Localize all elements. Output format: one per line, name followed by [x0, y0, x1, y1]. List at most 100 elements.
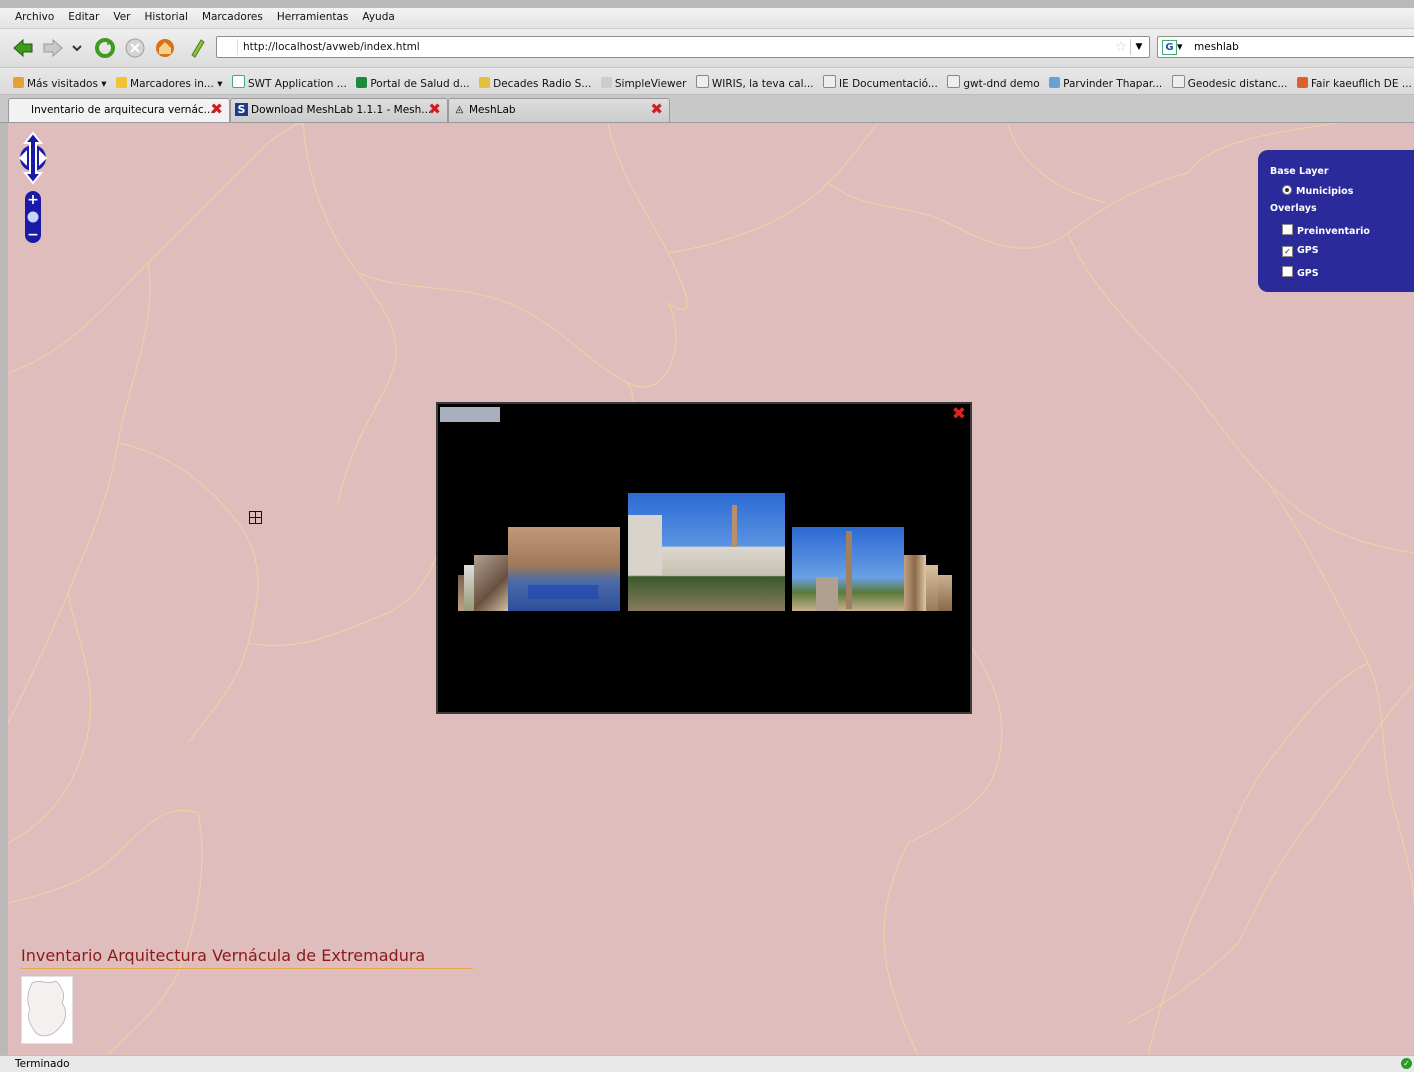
forward-button[interactable]	[42, 37, 64, 59]
close-popup-icon[interactable]: ✖	[952, 406, 966, 423]
radio-selected-icon[interactable]	[1282, 185, 1292, 195]
home-button[interactable]	[154, 37, 176, 59]
checkbox[interactable]	[1282, 266, 1293, 277]
menu-ver[interactable]: Ver	[106, 8, 137, 23]
tab-title: Download MeshLab 1.1.1 - Mesh...	[251, 104, 432, 116]
bookmark-label: Geodesic distanc...	[1187, 78, 1288, 90]
globe-icon	[695, 75, 709, 88]
map-marker-icon[interactable]	[249, 511, 262, 524]
overlay-preinventario[interactable]: Preinventario	[1282, 224, 1370, 237]
bookmark-parvinder[interactable]: Parvinder Thapar...	[1046, 77, 1165, 90]
menu-bar: Archivo Editar Ver Historial Marcadores Herra…	[0, 8, 1414, 29]
tab-title: MeshLab	[469, 104, 516, 116]
close-tab-icon[interactable]: ✖	[210, 102, 223, 117]
overview-map[interactable]	[21, 976, 73, 1044]
meshlab-icon: ◬	[455, 104, 464, 115]
bookmark-label: Portal de Salud d...	[370, 78, 470, 90]
bookmark-label: Fair kaeuflich DE ...	[1310, 78, 1412, 90]
page-favicon	[219, 39, 238, 55]
thumbnail-photo[interactable]	[792, 527, 904, 611]
pen-icon	[191, 39, 205, 58]
google-icon: G	[1162, 40, 1177, 55]
pan-zoom-control: + −	[18, 129, 50, 249]
zoom-out-icon[interactable]: −	[27, 227, 39, 243]
stop-button[interactable]	[124, 37, 146, 59]
base-layer-option[interactable]: Municipios	[1282, 185, 1353, 197]
home-icon	[156, 39, 174, 57]
navigation-toolbar: http://localhost/avweb/index.html ☆ ▼ G ▾…	[0, 29, 1414, 68]
bookmark-fair-kaeuflich[interactable]: Fair kaeuflich DE ...	[1294, 77, 1414, 90]
bookmark-star-icon[interactable]: ☆	[1114, 39, 1127, 55]
overlay-gps-2[interactable]: GPS	[1282, 266, 1319, 279]
status-text: Terminado	[15, 1058, 70, 1070]
thumbnail-photo[interactable]	[508, 527, 620, 611]
checkbox-checked[interactable]: ✓	[1282, 246, 1293, 257]
close-tab-icon[interactable]: ✖	[428, 102, 441, 117]
history-dropdown[interactable]	[70, 37, 84, 59]
google-icon	[231, 75, 245, 88]
back-button[interactable]	[12, 37, 34, 59]
overlay-gps-1[interactable]: ✓ GPS	[1282, 245, 1319, 257]
bookmark-swt[interactable]: SWT Application ...	[229, 75, 350, 90]
chevron-down-icon	[72, 45, 82, 52]
search-engine-selector[interactable]: G ▾	[1160, 39, 1190, 55]
menu-editar[interactable]: Editar	[61, 8, 106, 23]
zoom-in-icon[interactable]: +	[27, 192, 39, 208]
option-label: GPS	[1297, 268, 1319, 279]
tab-title: Inventario de arquitecura vernác...	[31, 104, 214, 116]
zoom-world-icon[interactable]	[26, 210, 40, 224]
bookmark-wiris[interactable]: WIRIS, la teva cal...	[693, 75, 817, 90]
bookmark-label: IE Documentació...	[839, 78, 938, 90]
thumbnail-photo-center[interactable]	[628, 493, 785, 611]
bookmark-label: SimpleViewer	[614, 78, 687, 90]
menu-archivo[interactable]: Archivo	[8, 8, 61, 23]
tab-download-meshlab[interactable]: S Download MeshLab 1.1.1 - Mesh... ✖	[230, 98, 448, 122]
url-dropdown-button[interactable]: ▼	[1130, 39, 1147, 55]
bookmark-ie-documentacio[interactable]: IE Documentació...	[820, 75, 941, 90]
option-label: GPS	[1297, 245, 1319, 256]
popup-drag-handle[interactable]	[440, 407, 500, 422]
bookmark-label: Decades Radio S...	[493, 78, 592, 90]
thumbnail-photo[interactable]	[926, 565, 938, 611]
thumbnail-photo[interactable]	[904, 555, 926, 611]
bookmark-most-visited[interactable]: Más visitados ▾	[10, 77, 110, 90]
option-label: Municipios	[1296, 186, 1354, 197]
close-tab-icon[interactable]: ✖	[650, 102, 663, 117]
site-icon	[600, 77, 612, 88]
bookmark-marcadores[interactable]: Marcadores in... ▾	[113, 77, 225, 90]
globe-icon	[1171, 75, 1185, 88]
reload-button[interactable]	[94, 37, 116, 59]
bookmark-gwt-dnd[interactable]: gwt-dnd demo	[944, 75, 1042, 90]
bookmark-label: SWT Application ...	[247, 78, 347, 90]
photo-gallery-popup: ✖	[436, 402, 972, 714]
thumbnail-photo[interactable]	[464, 565, 474, 611]
bookmark-portal-salud[interactable]: Portal de Salud d...	[353, 77, 472, 90]
menu-herramientas[interactable]: Herramientas	[270, 8, 356, 23]
thumbnail-photo[interactable]	[474, 555, 508, 611]
search-input[interactable]: meshlab	[1194, 41, 1239, 53]
addon-button[interactable]	[186, 37, 208, 59]
status-bar: Terminado ✓	[0, 1055, 1414, 1072]
thumbnail-photo[interactable]	[938, 575, 952, 611]
tab-meshlab[interactable]: ◬ MeshLab ✖	[448, 98, 670, 122]
menu-ayuda[interactable]: Ayuda	[355, 8, 401, 23]
menu-marcadores[interactable]: Marcadores	[195, 8, 270, 23]
url-text[interactable]: http://localhost/avweb/index.html	[243, 41, 420, 53]
checkbox[interactable]	[1282, 224, 1293, 235]
search-bar[interactable]: G ▾ meshlab	[1157, 36, 1414, 58]
pan-arrows-icon[interactable]	[19, 131, 47, 185]
zoom-bar[interactable]: + −	[25, 191, 41, 243]
menu-historial[interactable]: Historial	[138, 8, 195, 23]
folder-icon	[116, 77, 128, 88]
tab-inventario[interactable]: Inventario de arquitecura vernác... ✖	[8, 98, 230, 122]
site-icon	[356, 77, 368, 88]
bookmark-simpleviewer[interactable]: SimpleViewer	[598, 77, 690, 90]
sourceforge-icon: S	[235, 103, 248, 116]
page-icon	[1049, 77, 1061, 88]
site-icon	[479, 77, 491, 88]
bookmark-geodesic[interactable]: Geodesic distanc...	[1169, 75, 1291, 90]
bookmark-label: Marcadores in... ▾	[130, 78, 223, 90]
map-viewport[interactable]: + − Base Layer Municipios Overlays Prein…	[8, 123, 1414, 1055]
bookmark-decades-radio[interactable]: Decades Radio S...	[476, 77, 594, 90]
address-bar[interactable]: http://localhost/avweb/index.html ☆ ▼	[216, 36, 1150, 58]
